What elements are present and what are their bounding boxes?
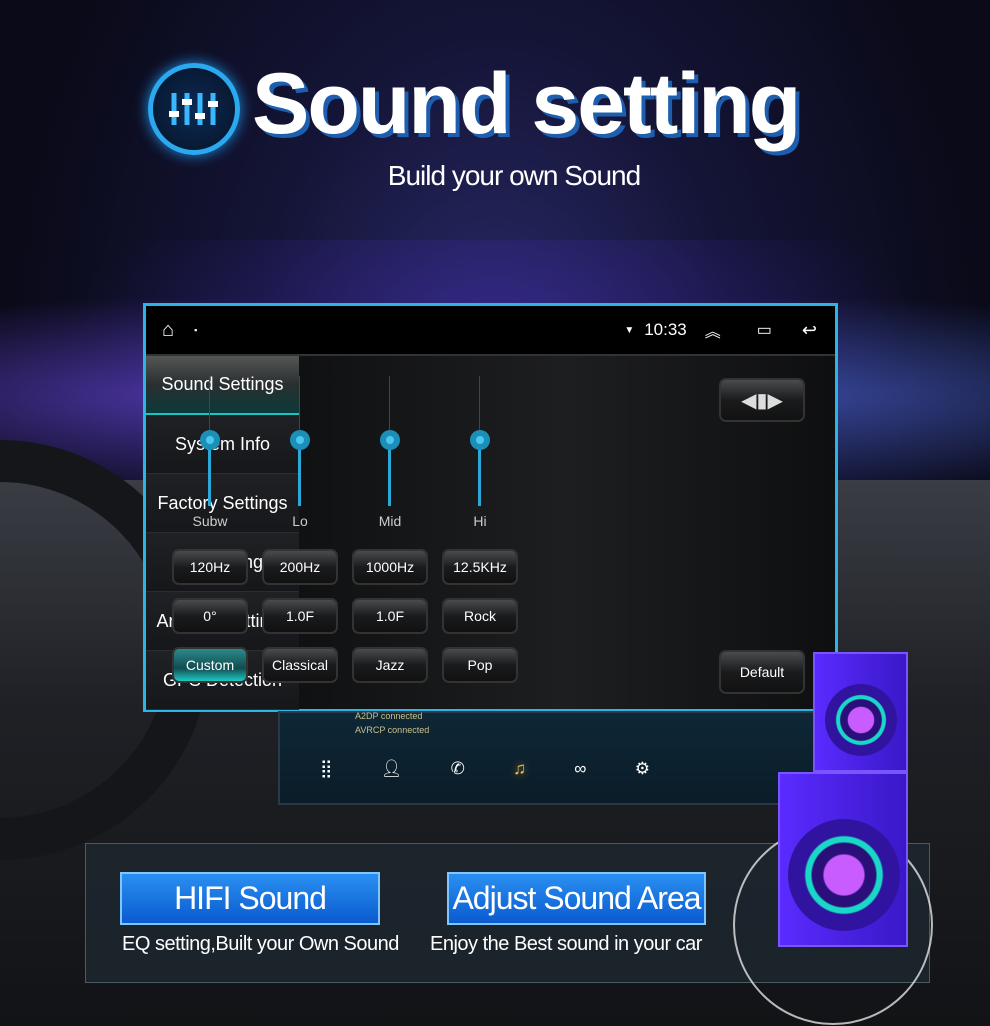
car-bluetooth-screen: A2DP connected AVRCP connected ⣿ 👤︎ ✆ ♫ … bbox=[278, 711, 830, 805]
page-subtitle: Build your own Sound bbox=[387, 160, 641, 191]
slider-fill bbox=[208, 442, 211, 506]
slider-knob[interactable] bbox=[200, 430, 220, 450]
home-icon[interactable]: ⌂ bbox=[162, 319, 174, 342]
feature-caption-sound-area: Enjoy the Best sound in your car bbox=[430, 933, 702, 955]
preset-classical[interactable]: Classical bbox=[262, 647, 338, 683]
feature-title-hifi: HIFI Sound bbox=[120, 872, 380, 925]
expand-icon[interactable]: ︽ bbox=[705, 318, 721, 342]
feature-title-sound-area: Adjust Sound Area bbox=[447, 872, 706, 925]
dialpad-icon[interactable]: ⣿ bbox=[320, 759, 332, 779]
q-button[interactable]: 0° bbox=[172, 598, 248, 634]
band-label: Mid bbox=[378, 513, 402, 529]
call-log-icon[interactable]: ✆ bbox=[451, 759, 465, 779]
page-title: Sound setting bbox=[252, 56, 801, 152]
image-icon: ▪ bbox=[194, 325, 198, 335]
eq-slider-lo[interactable] bbox=[280, 376, 320, 506]
status-line: A2DP connected bbox=[355, 711, 423, 721]
q-button[interactable]: 1.0F bbox=[262, 598, 338, 634]
feature-caption-hifi: EQ setting,Built your Own Sound bbox=[122, 933, 399, 955]
band-label: Subw bbox=[192, 513, 228, 529]
eq-slider-hi[interactable] bbox=[460, 376, 500, 506]
status-bar: ⌂ ▪ ▼ 10:33 ︽ ▭ ↩ bbox=[146, 306, 835, 356]
q-button[interactable]: 1.0F bbox=[352, 598, 428, 634]
slider-knob[interactable] bbox=[290, 430, 310, 450]
eq-slider-mid[interactable] bbox=[370, 376, 410, 506]
equalizer-icon bbox=[148, 63, 240, 155]
default-button[interactable]: Default bbox=[719, 650, 805, 694]
preset-pop[interactable]: Pop bbox=[442, 647, 518, 683]
preset-custom[interactable]: Custom bbox=[172, 647, 248, 683]
recent-apps-icon[interactable]: ▭ bbox=[757, 320, 772, 340]
head-unit-screen: ⌂ ▪ ▼ 10:33 ︽ ▭ ↩ Sound Settings System … bbox=[143, 303, 838, 712]
band-label: Hi bbox=[473, 513, 487, 529]
clock: 10:33 bbox=[644, 320, 687, 339]
q-button[interactable]: Rock bbox=[442, 598, 518, 634]
band-label: Lo bbox=[292, 513, 308, 529]
contacts-icon[interactable]: 👤︎ bbox=[381, 759, 403, 779]
settings-icon[interactable]: ⚙ bbox=[635, 759, 650, 779]
slider-fill bbox=[388, 442, 391, 506]
slider-fill bbox=[478, 442, 481, 506]
slider-knob[interactable] bbox=[470, 430, 490, 450]
freq-button[interactable]: 1000Hz bbox=[352, 549, 428, 585]
eq-slider-subw[interactable] bbox=[190, 376, 230, 506]
freq-button[interactable]: 120Hz bbox=[172, 549, 248, 585]
wifi-icon: ▼ bbox=[624, 324, 635, 336]
sound-field-button[interactable]: ◀▮▶ bbox=[719, 378, 805, 422]
freq-button[interactable]: 200Hz bbox=[262, 549, 338, 585]
link-icon[interactable]: ∞ bbox=[574, 759, 586, 779]
preset-jazz[interactable]: Jazz bbox=[352, 647, 428, 683]
equalizer-panel: ◀▮▶ Default Subw 120Hz 0° Custom Lo 200Hz 1.0F… bbox=[172, 356, 835, 709]
back-icon[interactable]: ↩ bbox=[802, 320, 817, 341]
status-line: AVRCP connected bbox=[355, 725, 430, 735]
slider-fill bbox=[298, 442, 301, 506]
slider-knob[interactable] bbox=[380, 430, 400, 450]
freq-button[interactable]: 12.5KHz bbox=[442, 549, 518, 585]
music-icon[interactable]: ♫ bbox=[513, 759, 526, 779]
